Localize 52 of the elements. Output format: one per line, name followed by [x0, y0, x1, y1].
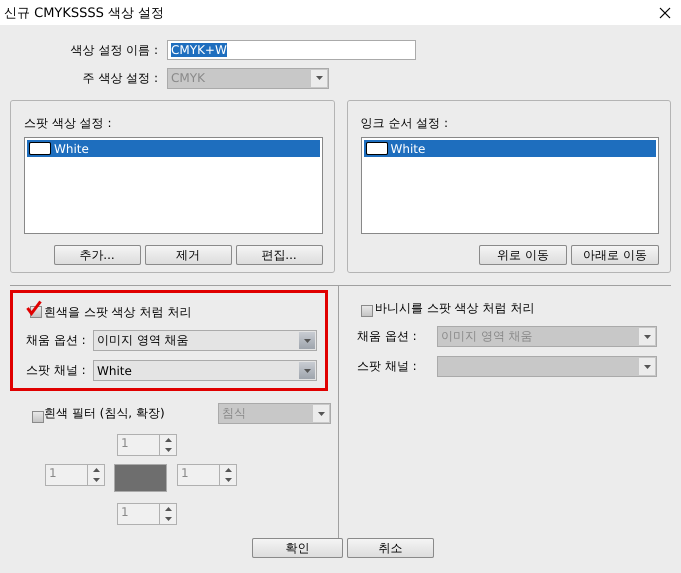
dropdown-arrow-icon [304, 338, 310, 342]
cancel-button[interactable]: 취소 [347, 538, 434, 558]
dropdown[interactable]: 이미지 영역 채움 [93, 330, 317, 351]
group-label: 잉크 순서 설정 : [360, 115, 449, 132]
combo-value: CMYK [171, 71, 205, 85]
dropdown-arrow-icon [316, 76, 322, 80]
checkmark-icon [26, 300, 42, 316]
list-box[interactable]: White [360, 137, 659, 234]
down-arrow-icon [164, 448, 172, 452]
combo-value: 침식 [222, 405, 246, 422]
checkbox-label: 흰색을 스팟 색상 처럼 처리 [44, 304, 192, 320]
field-label: 채움 옵션 : [26, 332, 87, 349]
up-arrow-icon [164, 438, 172, 442]
field-label: 스팟 채널 : [26, 362, 87, 379]
dialog-button[interactable]: 편집... [236, 245, 322, 265]
field-label: 채움 옵션 : [357, 328, 418, 345]
list-box[interactable]: White [24, 137, 322, 234]
field-label: 스팟 채널 : [357, 358, 418, 375]
close-icon [659, 6, 671, 18]
dropdown[interactable]: White [93, 360, 317, 381]
dropdown-arrow-icon [318, 412, 324, 416]
dropdown-arrow-icon [304, 368, 310, 372]
up-arrow-icon [164, 507, 172, 511]
dialog-button[interactable]: 추가... [54, 245, 140, 265]
dropdown-arrow-icon [644, 334, 650, 338]
window-title: 신규 CMYKSSSS 색상 설정 [4, 4, 164, 22]
combo-value: White [97, 364, 132, 378]
checkbox-label: 흰색 필터 (침식, 확장) [44, 405, 166, 422]
dropdown-arrow-icon [644, 364, 650, 368]
list-item[interactable]: White [27, 140, 320, 157]
up-arrow-icon [224, 468, 232, 472]
color-swatch [29, 142, 51, 155]
down-arrow-icon [224, 478, 232, 482]
list-item[interactable]: White [364, 140, 656, 157]
close-button[interactable] [657, 4, 673, 20]
dialog-button[interactable]: 아래로 이동 [571, 245, 659, 265]
group-label: 스팟 색상 설정 : [24, 115, 112, 132]
checkbox[interactable] [26, 300, 42, 318]
field-label: 주 색상 설정 : [82, 70, 158, 86]
preview-swatch [114, 464, 167, 492]
combo-value: 이미지 영역 채움 [441, 328, 533, 345]
checkbox-label: 바니시를 스팟 색상 처럼 처리 [375, 300, 534, 316]
dialog-button[interactable]: 제거 [144, 245, 232, 265]
field-label: 색상 설정 이름 : [70, 42, 158, 58]
combo-value: 이미지 영역 채움 [97, 332, 189, 349]
name-field[interactable]: CMYK+W [167, 40, 416, 60]
ok-button[interactable]: 확인 [252, 538, 343, 558]
color-swatch [366, 142, 388, 155]
up-arrow-icon [92, 468, 100, 472]
dialog-button[interactable]: 위로 이동 [479, 245, 567, 265]
down-arrow-icon [164, 517, 172, 521]
down-arrow-icon [92, 478, 100, 482]
